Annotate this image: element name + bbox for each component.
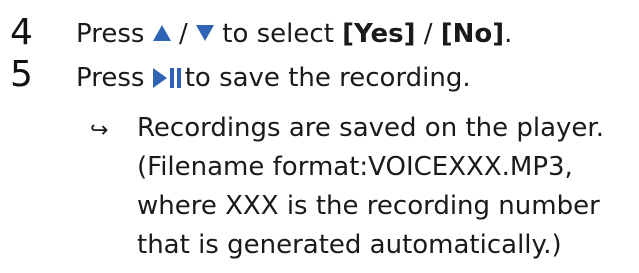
result-arrow-icon: ↪ bbox=[90, 118, 109, 143]
step-number-5: 5 bbox=[10, 54, 33, 95]
instruction-page: 4 Press / to select [Yes] / [No]. 5 Pres… bbox=[0, 0, 639, 273]
step-4-to-select: to select bbox=[222, 19, 334, 49]
step-4-text: Press / to select [Yes] / [No]. bbox=[76, 19, 513, 50]
result-line: Recordings are saved on the player. bbox=[137, 113, 604, 143]
step-5-to-save: to save the recording. bbox=[184, 63, 471, 93]
triangle-up-icon bbox=[152, 25, 171, 41]
triangle-down-icon bbox=[196, 25, 214, 41]
step-number-4: 4 bbox=[10, 12, 33, 53]
play-pause-icon bbox=[152, 68, 181, 88]
step-4-period: . bbox=[504, 19, 513, 49]
step-4-press: Press bbox=[76, 19, 145, 49]
step-4-separator: / bbox=[178, 19, 188, 49]
step-4-slash: / bbox=[423, 19, 433, 49]
option-no: [No] bbox=[440, 19, 505, 49]
step-5-text: Press to save the recording. bbox=[76, 63, 471, 94]
step-5-press: Press bbox=[76, 63, 145, 93]
result-text: Recordings are saved on the player. (Fil… bbox=[137, 109, 604, 265]
result-line: where XXX is the recording number bbox=[137, 191, 600, 221]
result-line: (Filename format:VOICEXXX.MP3, bbox=[137, 152, 573, 182]
result-line: that is generated automatically.) bbox=[137, 230, 562, 260]
option-yes: [Yes] bbox=[342, 19, 416, 49]
